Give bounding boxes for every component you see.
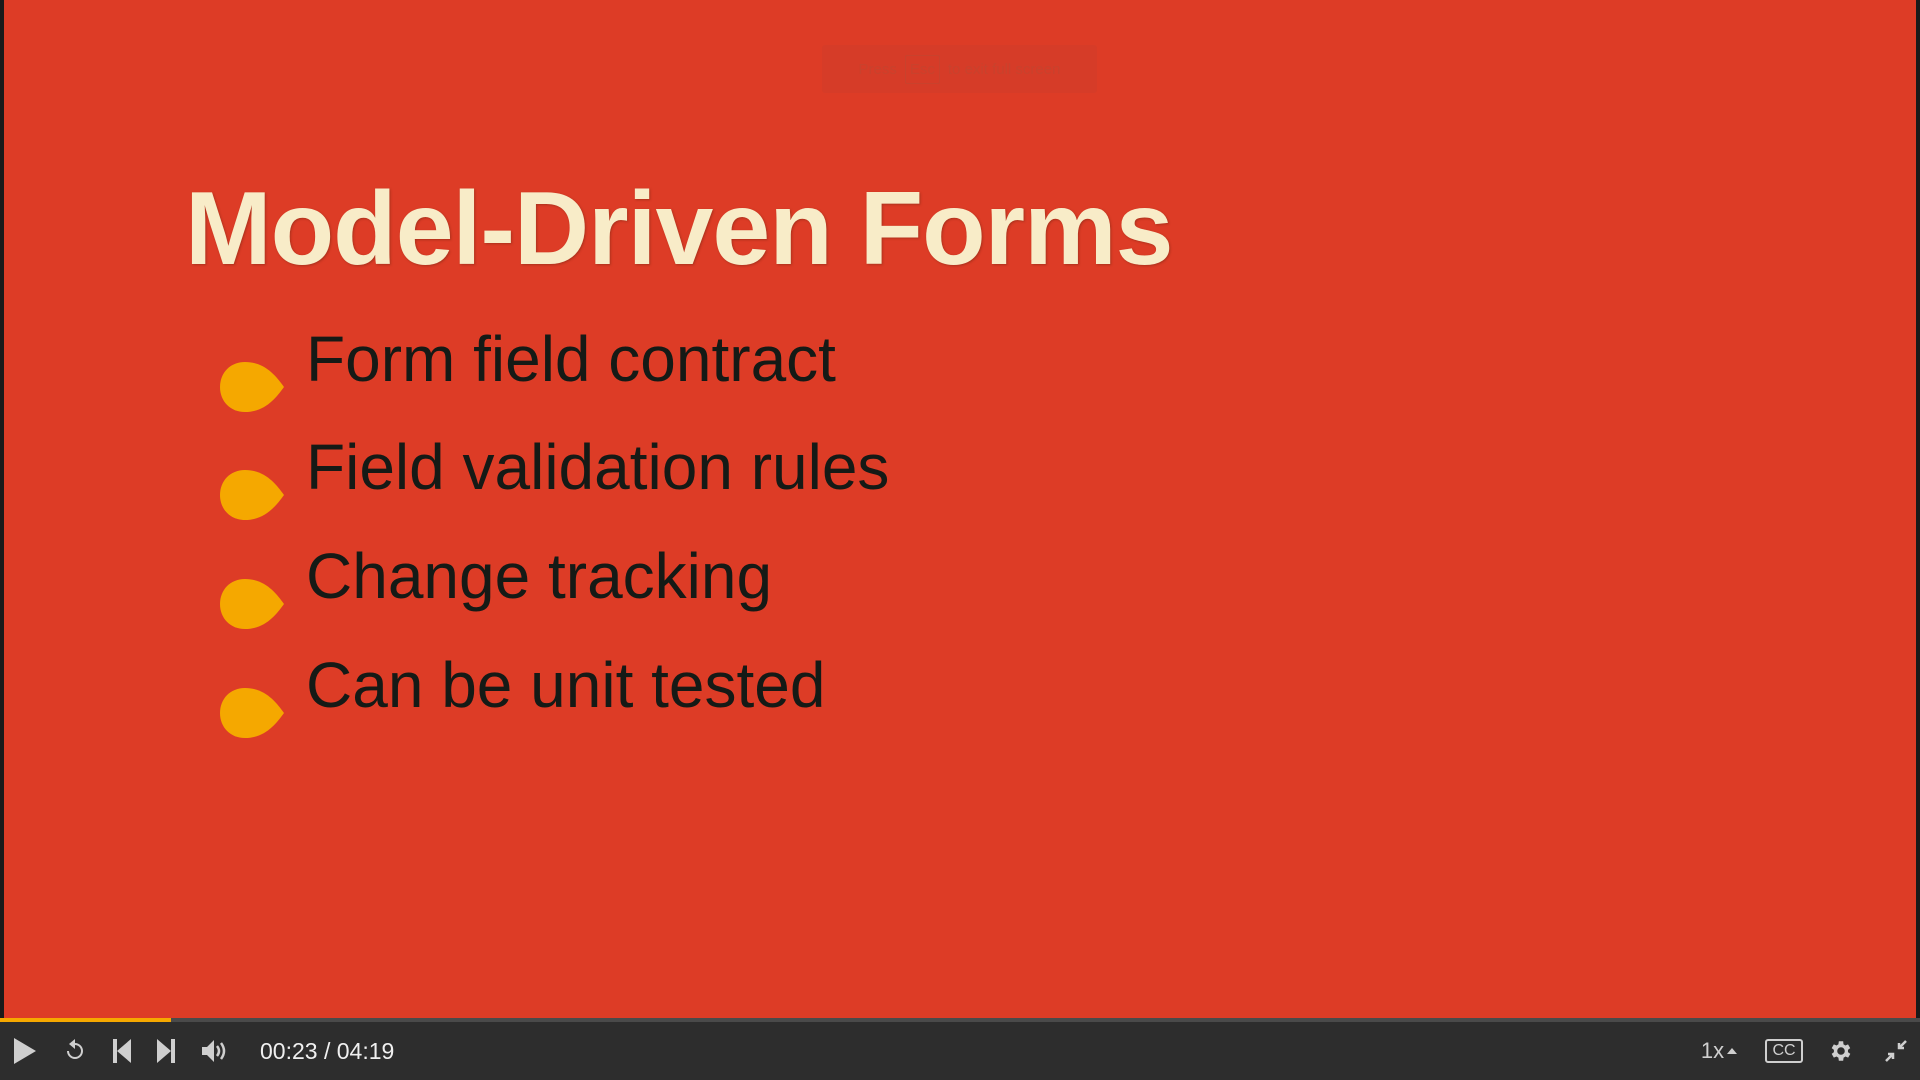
bullet-icon bbox=[220, 362, 284, 412]
skip-back-button[interactable] bbox=[108, 1022, 136, 1080]
player-controls: 00:23 / 04:19 1x CC bbox=[0, 1022, 1920, 1080]
settings-button[interactable] bbox=[1826, 1022, 1856, 1080]
frame-border-left bbox=[0, 0, 4, 1018]
skip-back-icon bbox=[113, 1039, 131, 1063]
captions-button[interactable]: CC bbox=[1765, 1022, 1803, 1080]
skip-forward-button[interactable] bbox=[152, 1022, 180, 1080]
bullet-item: Field validation rules bbox=[220, 431, 889, 520]
bullet-icon bbox=[220, 579, 284, 629]
hint-press: Press bbox=[858, 60, 897, 78]
bullet-text: Can be unit tested bbox=[306, 649, 826, 721]
replay-icon bbox=[67, 1039, 83, 1059]
bullet-item: Change tracking bbox=[220, 540, 772, 629]
bullet-icon bbox=[220, 470, 284, 520]
video-frame[interactable]: Press Esc to exit full screen Model-Driv… bbox=[0, 0, 1920, 1018]
replay-button[interactable] bbox=[60, 1022, 90, 1080]
gear-icon bbox=[1831, 1041, 1851, 1061]
time-separator: / bbox=[317, 1038, 337, 1064]
duration: 04:19 bbox=[336, 1038, 395, 1064]
play-button[interactable] bbox=[10, 1022, 40, 1080]
bullet-item: Form field contract bbox=[220, 323, 836, 412]
current-time: 00:23 bbox=[260, 1038, 318, 1064]
captions-icon: CC bbox=[1765, 1039, 1803, 1063]
exit-fullscreen-icon bbox=[1885, 1040, 1907, 1062]
bullet-item: Can be unit tested bbox=[220, 649, 825, 738]
volume-icon bbox=[202, 1040, 226, 1062]
bullet-text: Change tracking bbox=[306, 540, 773, 612]
hint-rest: to exit full screen bbox=[947, 60, 1061, 78]
exit-fullscreen-button[interactable] bbox=[1882, 1022, 1910, 1080]
volume-button[interactable] bbox=[198, 1022, 232, 1080]
fullscreen-hint: Press Esc to exit full screen bbox=[822, 45, 1097, 93]
time-display: 00:23 / 04:19 bbox=[260, 1038, 394, 1065]
speed-button[interactable]: 1x bbox=[1696, 1022, 1742, 1080]
bullet-icon bbox=[220, 688, 284, 738]
caret-up-icon bbox=[1727, 1048, 1738, 1054]
frame-border-right bbox=[1916, 0, 1920, 1018]
play-icon bbox=[14, 1038, 36, 1064]
hint-key: Esc bbox=[904, 54, 940, 84]
speed-label: 1x bbox=[1700, 1038, 1725, 1063]
slide-title: Model-Driven Forms bbox=[185, 171, 1173, 287]
skip-forward-icon bbox=[157, 1039, 175, 1063]
bullet-text: Form field contract bbox=[306, 323, 836, 395]
bullet-text: Field validation rules bbox=[306, 431, 890, 503]
